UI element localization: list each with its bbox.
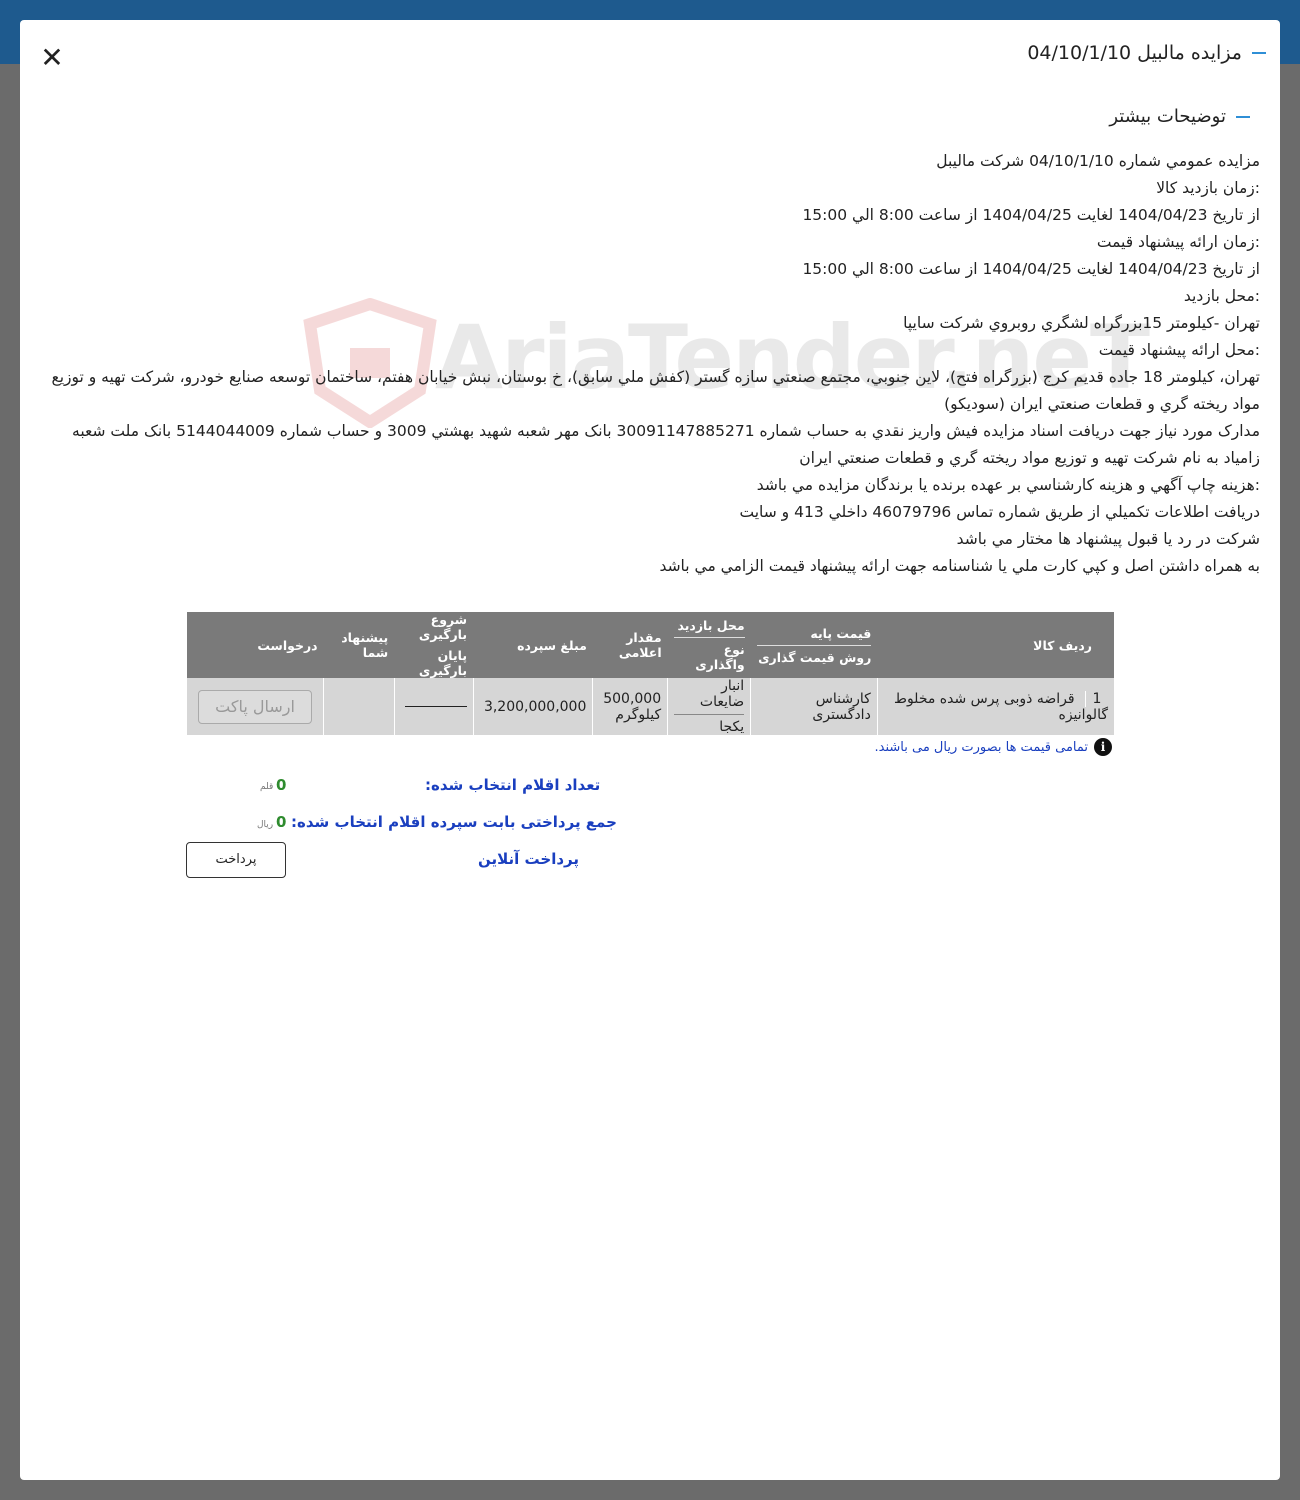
- col-loading-end-label: پایان بارگیری: [418, 648, 468, 678]
- col-loading: شروع بارگیری پایان بارگیری: [394, 612, 474, 678]
- selected-count-unit: قلم: [260, 782, 274, 792]
- currency-note: i تمامی قیمت ها بصورت ریال می باشند.: [874, 738, 1112, 756]
- cell-qty: 500,000 کیلوگرم: [592, 678, 668, 735]
- row-visit-location: انبار ضایعات: [699, 678, 745, 710]
- desc-line: مدارک مورد نياز جهت دريافت اسناد مزايده …: [72, 422, 1260, 467]
- col-announced-qty: مقدار اعلامی: [592, 612, 668, 678]
- currency-note-text: تمامی قیمت ها بصورت ریال می باشند.: [874, 739, 1089, 755]
- desc-line: :زمان بازديد كالا: [1156, 179, 1260, 197]
- col-request: درخواست: [186, 612, 324, 678]
- cell-pricing: کارشناس دادگستری: [750, 678, 878, 735]
- col-base-price: قیمت پایه روش قیمت گذاری: [750, 612, 878, 678]
- cell-your-offer: [323, 678, 395, 735]
- table-header-row: ردیف کالا قیمت پایه روش قیمت گذاری محل ب…: [186, 612, 1114, 678]
- cell-deposit: 3,200,000,000: [472, 678, 593, 735]
- section-title-text: توضیحات بیشتر: [1109, 106, 1226, 127]
- desc-line: دريافت اطلاعات تكميلي از طريق شماره تماس…: [739, 503, 1260, 521]
- desc-line: :محل ارائه پيشنهاد قيمت: [1098, 341, 1260, 359]
- desc-line: از تاريخ 1404/04/23 لغايت 1404/04/25 از …: [802, 206, 1260, 224]
- table-row: 1 قراضه ذوبی پرس شده مخلوط گالوانیزه کار…: [185, 678, 1114, 735]
- desc-line: :محل بازديد: [1183, 287, 1260, 305]
- section-title: توضیحات بیشتر: [1109, 106, 1250, 127]
- modal-title: مزايده مالبيل 04/10/1/10: [1027, 42, 1266, 64]
- info-icon: i: [1094, 738, 1112, 756]
- online-payment-label: پرداخت آنلاین: [478, 850, 580, 868]
- selected-count-label: تعداد اقلام انتخاب شده:: [425, 776, 601, 794]
- row-transfer-type: یکجا: [674, 714, 745, 735]
- desc-line: تهران -كيلومتر 15بزرگراه لشگري روبروي شر…: [903, 314, 1260, 332]
- auction-detail-modal: ✕ مزايده مالبيل 04/10/1/10 توضیحات بیشتر…: [20, 20, 1280, 1480]
- section-dash: [1236, 115, 1250, 118]
- desc-line: از تاريخ 1404/04/23 لغايت 1404/04/25 از …: [802, 260, 1260, 278]
- desc-line: مزايده عمومي شماره 04/10/1/10 شركت ماليب…: [936, 152, 1260, 170]
- col-transfer-type-label: نوع واگذاری: [673, 637, 745, 672]
- selected-count-value: 0: [276, 776, 287, 794]
- col-loading-start-label: شروع بارگیری: [418, 612, 468, 642]
- items-table: ردیف کالا قیمت پایه روش قیمت گذاری محل ب…: [185, 612, 1114, 735]
- col-base-price-label: قیمت پایه: [810, 625, 872, 641]
- row-item-name: قراضه ذوبی پرس شده مخلوط گالوانیزه: [894, 690, 1108, 723]
- col-visit-location: محل بازدید نوع واگذاری: [667, 612, 751, 678]
- desc-line: به همراه داشتن اصل و کپي کارت ملي يا شنا…: [659, 557, 1260, 575]
- title-dash: [1252, 52, 1266, 54]
- empty-dash: [404, 706, 467, 707]
- send-envelope-button[interactable]: ارسال پاکت: [198, 689, 313, 724]
- total-deposit-label: جمع پرداختی بابت سپرده اقلام انتخاب شده:: [291, 813, 617, 831]
- desc-line: شركت در رد يا قبول پيشنهاد ها مختار مي ب…: [956, 530, 1260, 548]
- desc-line: :هزينه چاپ آگهي و هزينه كارشناسي بر عهده…: [756, 476, 1260, 494]
- col-pricing-method-label: روش قیمت گذاری: [756, 644, 872, 665]
- description-block: مزايده عمومي شماره 04/10/1/10 شركت ماليب…: [35, 148, 1260, 580]
- cell-visit-location: انبار ضایعات یکجا: [667, 678, 751, 735]
- desc-line: :زمان ارائه پيشنهاد قيمت: [1096, 233, 1260, 251]
- close-icon[interactable]: ✕: [38, 44, 66, 72]
- col-your-offer: پیشنهاد شما: [323, 612, 395, 678]
- total-deposit-value: 0: [276, 813, 287, 831]
- col-deposit: مبلغ سپرده: [473, 612, 593, 678]
- col-row-item: ردیف کالا: [877, 612, 1114, 678]
- row-qty-unit: کیلوگرم: [615, 706, 662, 723]
- pay-button[interactable]: پرداخت: [186, 842, 286, 878]
- cell-row-item: 1 قراضه ذوبی پرس شده مخلوط گالوانیزه: [876, 678, 1114, 735]
- desc-line: تهران، كيلومتر 18 جاده قديم كرج (بزرگراه…: [51, 368, 1260, 413]
- modal-title-text: مزايده مالبيل 04/10/1/10: [1027, 42, 1242, 64]
- row-index: 1: [1085, 690, 1108, 707]
- row-qty: 500,000: [603, 690, 662, 707]
- cell-loading: [393, 678, 474, 735]
- col-visit-location-label: محل بازدید: [677, 618, 745, 633]
- total-deposit-unit: ریال: [257, 820, 274, 830]
- cell-request: ارسال پاکت: [185, 678, 324, 735]
